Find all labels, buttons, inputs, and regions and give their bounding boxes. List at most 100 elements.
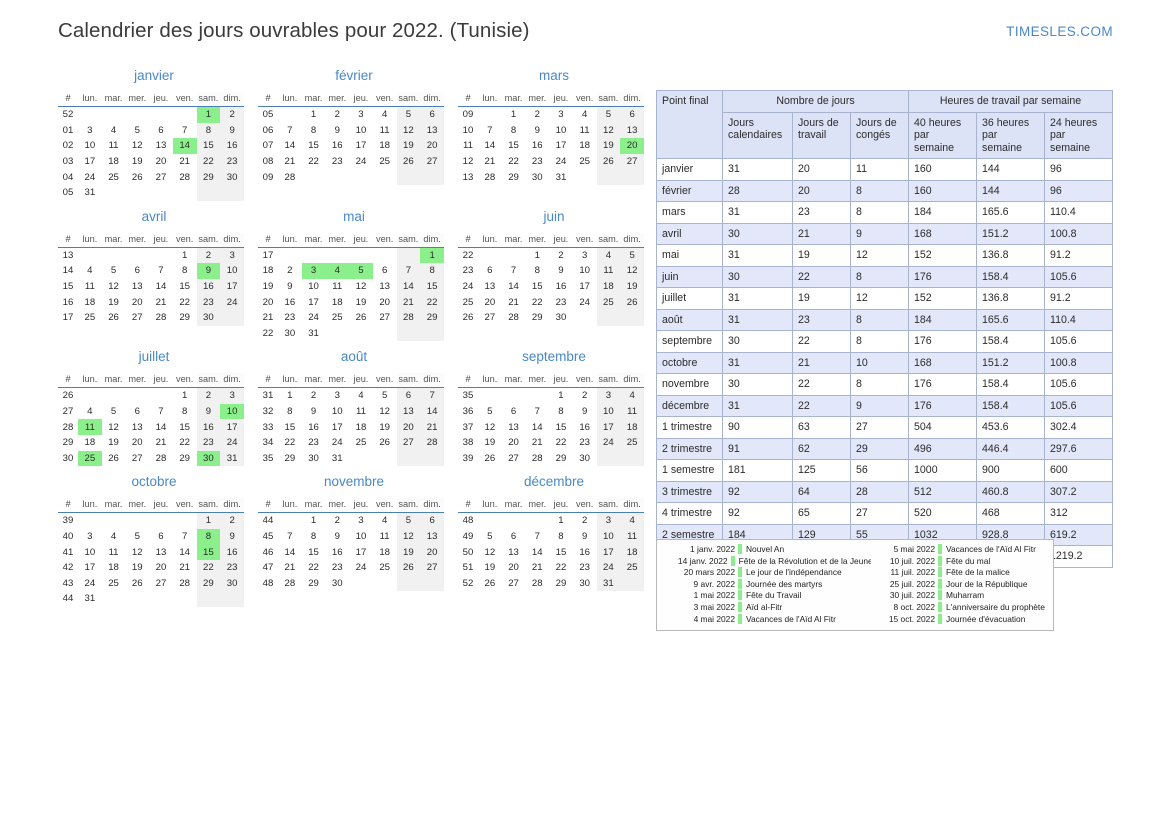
day-cell[interactable]: 2 (525, 107, 549, 123)
day-cell[interactable]: 7 (525, 529, 549, 545)
day-cell[interactable]: 6 (620, 106, 644, 123)
day-cell[interactable]: 24 (220, 434, 244, 451)
day-cell[interactable]: 21 (478, 154, 502, 170)
day-cell[interactable]: 18 (325, 294, 349, 310)
day-cell[interactable]: 14 (278, 138, 302, 154)
day-cell[interactable]: 19 (620, 278, 644, 295)
day-cell[interactable]: 19 (125, 560, 149, 576)
day-cell[interactable]: 16 (573, 544, 597, 560)
day-cell[interactable]: 5 (396, 106, 421, 123)
day-cell[interactable]: 1 (549, 388, 573, 404)
day-cell[interactable]: 28 (420, 434, 444, 451)
day-cell[interactable]: 8 (196, 122, 221, 139)
day-cell[interactable]: 8 (525, 263, 549, 279)
day-cell[interactable]: 4 (325, 263, 350, 279)
day-cell[interactable]: 4 (102, 529, 126, 545)
day-cell[interactable]: 31 (302, 326, 326, 342)
day-cell[interactable]: 11 (78, 419, 102, 435)
day-cell[interactable]: 16 (525, 138, 549, 154)
day-cell[interactable]: 21 (173, 560, 197, 576)
day-cell[interactable]: 23 (573, 560, 597, 576)
day-cell[interactable]: 20 (478, 294, 502, 310)
day-cell[interactable]: 11 (78, 279, 102, 295)
day-cell[interactable]: 26 (125, 169, 149, 185)
day-cell[interactable]: 6 (420, 512, 444, 529)
day-cell[interactable]: 5 (478, 404, 502, 420)
day-cell[interactable]: 6 (478, 263, 502, 279)
day-cell[interactable]: 6 (502, 529, 526, 545)
day-cell[interactable]: 7 (173, 123, 197, 139)
day-cell[interactable]: 12 (596, 122, 621, 139)
day-cell[interactable]: 22 (420, 294, 444, 310)
day-cell[interactable]: 22 (525, 294, 549, 310)
day-cell[interactable]: 27 (125, 310, 149, 326)
day-cell[interactable]: 16 (220, 138, 244, 154)
day-cell[interactable]: 25 (78, 310, 102, 326)
day-cell[interactable]: 2 (278, 263, 302, 279)
day-cell[interactable]: 11 (102, 544, 126, 560)
day-cell[interactable]: 28 (502, 310, 526, 326)
day-cell[interactable]: 30 (302, 451, 326, 467)
day-cell[interactable]: 18 (596, 278, 621, 295)
day-cell[interactable]: 9 (196, 263, 221, 279)
day-cell[interactable]: 31 (78, 591, 102, 607)
day-cell[interactable]: 29 (278, 451, 302, 467)
day-cell[interactable]: 27 (373, 310, 397, 326)
day-cell[interactable]: 15 (525, 279, 549, 295)
day-cell[interactable]: 17 (325, 419, 349, 435)
day-cell[interactable]: 19 (125, 154, 149, 170)
day-cell[interactable]: 10 (220, 403, 244, 420)
day-cell[interactable]: 9 (573, 404, 597, 420)
day-cell[interactable]: 11 (596, 263, 621, 279)
day-cell[interactable]: 10 (573, 263, 597, 279)
day-cell[interactable]: 10 (349, 123, 373, 139)
brand-logo[interactable]: TIMESLES.COM (1006, 24, 1113, 39)
day-cell[interactable]: 17 (549, 138, 573, 154)
day-cell[interactable]: 1 (302, 107, 326, 123)
day-cell[interactable]: 17 (349, 544, 373, 560)
day-cell[interactable]: 9 (196, 403, 221, 420)
day-cell[interactable]: 14 (502, 279, 526, 295)
day-cell[interactable]: 26 (596, 153, 621, 170)
day-cell[interactable]: 12 (396, 122, 421, 139)
day-cell[interactable]: 27 (420, 559, 444, 576)
day-cell[interactable]: 18 (102, 154, 126, 170)
day-cell[interactable]: 15 (549, 419, 573, 435)
day-cell[interactable]: 12 (396, 528, 421, 545)
day-cell[interactable]: 1 (525, 247, 549, 263)
day-cell[interactable]: 24 (302, 310, 326, 326)
day-cell[interactable]: 7 (420, 387, 444, 404)
day-cell[interactable]: 18 (349, 419, 373, 435)
day-cell[interactable]: 8 (549, 529, 573, 545)
day-cell[interactable]: 10 (78, 544, 102, 560)
day-cell[interactable]: 24 (596, 559, 621, 576)
day-cell[interactable]: 30 (549, 310, 573, 326)
day-cell[interactable]: 5 (349, 263, 373, 279)
day-cell[interactable]: 9 (525, 123, 549, 139)
day-cell[interactable]: 1 (173, 247, 197, 263)
day-cell[interactable]: 16 (325, 544, 349, 560)
day-cell[interactable]: 13 (149, 544, 173, 560)
day-cell[interactable]: 7 (278, 529, 302, 545)
day-cell[interactable]: 28 (173, 169, 197, 185)
day-cell[interactable]: 3 (220, 387, 244, 404)
day-cell[interactable]: 3 (573, 247, 597, 263)
day-cell[interactable]: 19 (349, 294, 373, 310)
day-cell[interactable]: 18 (102, 560, 126, 576)
day-cell[interactable]: 8 (420, 263, 444, 279)
day-cell[interactable]: 7 (478, 123, 502, 139)
day-cell[interactable]: 21 (278, 560, 302, 576)
day-cell[interactable]: 25 (373, 560, 397, 576)
day-cell[interactable]: 1 (173, 388, 197, 404)
day-cell[interactable]: 29 (502, 169, 526, 185)
day-cell[interactable]: 31 (78, 185, 102, 201)
day-cell[interactable]: 30 (196, 309, 221, 326)
day-cell[interactable]: 30 (573, 575, 597, 591)
day-cell[interactable]: 3 (349, 107, 373, 123)
day-cell[interactable]: 13 (149, 138, 173, 154)
day-cell[interactable]: 25 (596, 294, 621, 310)
day-cell[interactable]: 5 (102, 263, 126, 279)
day-cell[interactable]: 5 (596, 106, 621, 123)
day-cell[interactable]: 12 (478, 419, 502, 435)
day-cell[interactable]: 22 (278, 435, 302, 451)
